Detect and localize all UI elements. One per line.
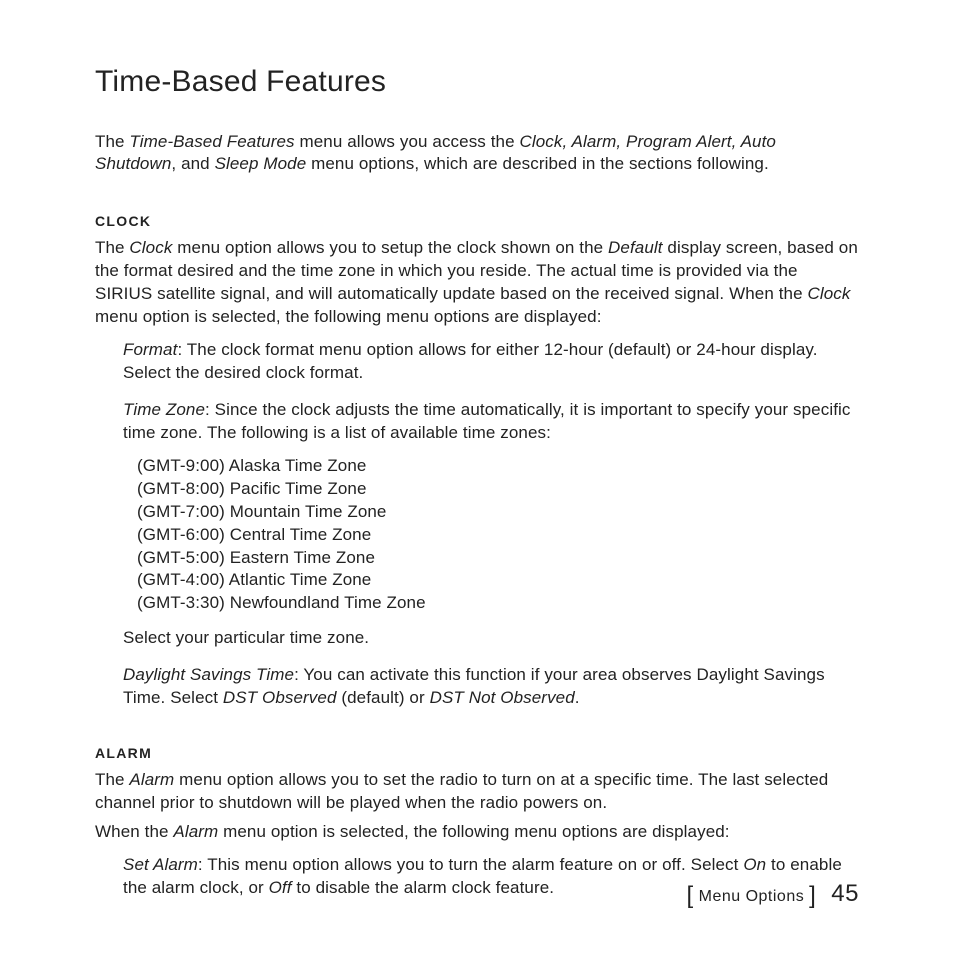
- em-text: On: [743, 855, 766, 874]
- em-text: Time Zone: [123, 400, 205, 419]
- alarm-header: ALARM: [95, 744, 859, 763]
- page-content: Time-Based Features The Time-Based Featu…: [0, 0, 954, 954]
- page-footer: [ Menu Options ] 45: [686, 878, 859, 912]
- em-text: Time-Based Features: [129, 132, 294, 151]
- alarm-paragraph-1: The Alarm menu option allows you to set …: [95, 769, 859, 815]
- text: (default) or: [337, 688, 430, 707]
- em-text: Clock: [807, 284, 850, 303]
- list-item: (GMT-7:00) Mountain Time Zone: [137, 501, 859, 524]
- intro-paragraph: The Time-Based Features menu allows you …: [95, 131, 859, 177]
- alarm-paragraph-2: When the Alarm menu option is selected, …: [95, 821, 859, 844]
- clock-select-tz: Select your particular time zone.: [123, 627, 859, 650]
- list-item: (GMT-9:00) Alaska Time Zone: [137, 455, 859, 478]
- text: : This menu option allows you to turn th…: [198, 855, 743, 874]
- clock-dst-item: Daylight Savings Time: You can activate …: [123, 664, 859, 710]
- text: menu option is selected, the following m…: [218, 822, 729, 841]
- page-number: 45: [831, 880, 859, 907]
- text: , and: [171, 154, 214, 173]
- timezone-list: (GMT-9:00) Alaska Time Zone (GMT-8:00) P…: [137, 455, 859, 616]
- em-text: DST Observed: [223, 688, 337, 707]
- text: to disable the alarm clock feature.: [292, 878, 555, 897]
- em-text: DST Not Observed: [430, 688, 575, 707]
- em-text: Daylight Savings Time: [123, 665, 294, 684]
- em-text: Alarm: [173, 822, 218, 841]
- text: .: [575, 688, 580, 707]
- text: The: [95, 770, 129, 789]
- list-item: (GMT-3:30) Newfoundland Time Zone: [137, 592, 859, 615]
- text: : Since the clock adjusts the time autom…: [123, 400, 851, 442]
- em-text: Clock: [129, 238, 172, 257]
- list-item: (GMT-5:00) Eastern Time Zone: [137, 547, 859, 570]
- text: When the: [95, 822, 173, 841]
- text: The: [95, 132, 129, 151]
- text: menu options, which are described in the…: [306, 154, 769, 173]
- page-title: Time-Based Features: [95, 62, 859, 103]
- text: menu option allows you to setup the cloc…: [172, 238, 608, 257]
- bracket-open: [: [686, 882, 693, 909]
- clock-format-item: Format: The clock format menu option all…: [123, 339, 859, 385]
- text: The: [95, 238, 129, 257]
- clock-timezone-item: Time Zone: Since the clock adjusts the t…: [123, 399, 859, 445]
- text: menu option allows you to set the radio …: [95, 770, 828, 812]
- text: menu allows you access the: [295, 132, 520, 151]
- footer-section: Menu Options: [699, 888, 805, 905]
- list-item: (GMT-6:00) Central Time Zone: [137, 524, 859, 547]
- em-text: Format: [123, 340, 177, 359]
- text: : The clock format menu option allows fo…: [123, 340, 818, 382]
- em-text: Set Alarm: [123, 855, 198, 874]
- clock-header: CLOCK: [95, 212, 859, 231]
- list-item: (GMT-4:00) Atlantic Time Zone: [137, 569, 859, 592]
- em-text: Sleep Mode: [215, 154, 307, 173]
- em-text: Off: [269, 878, 292, 897]
- bracket-close: ]: [809, 882, 816, 909]
- text: menu option is selected, the following m…: [95, 307, 602, 326]
- em-text: Default: [608, 238, 663, 257]
- em-text: Alarm: [129, 770, 174, 789]
- clock-paragraph-1: The Clock menu option allows you to setu…: [95, 237, 859, 329]
- list-item: (GMT-8:00) Pacific Time Zone: [137, 478, 859, 501]
